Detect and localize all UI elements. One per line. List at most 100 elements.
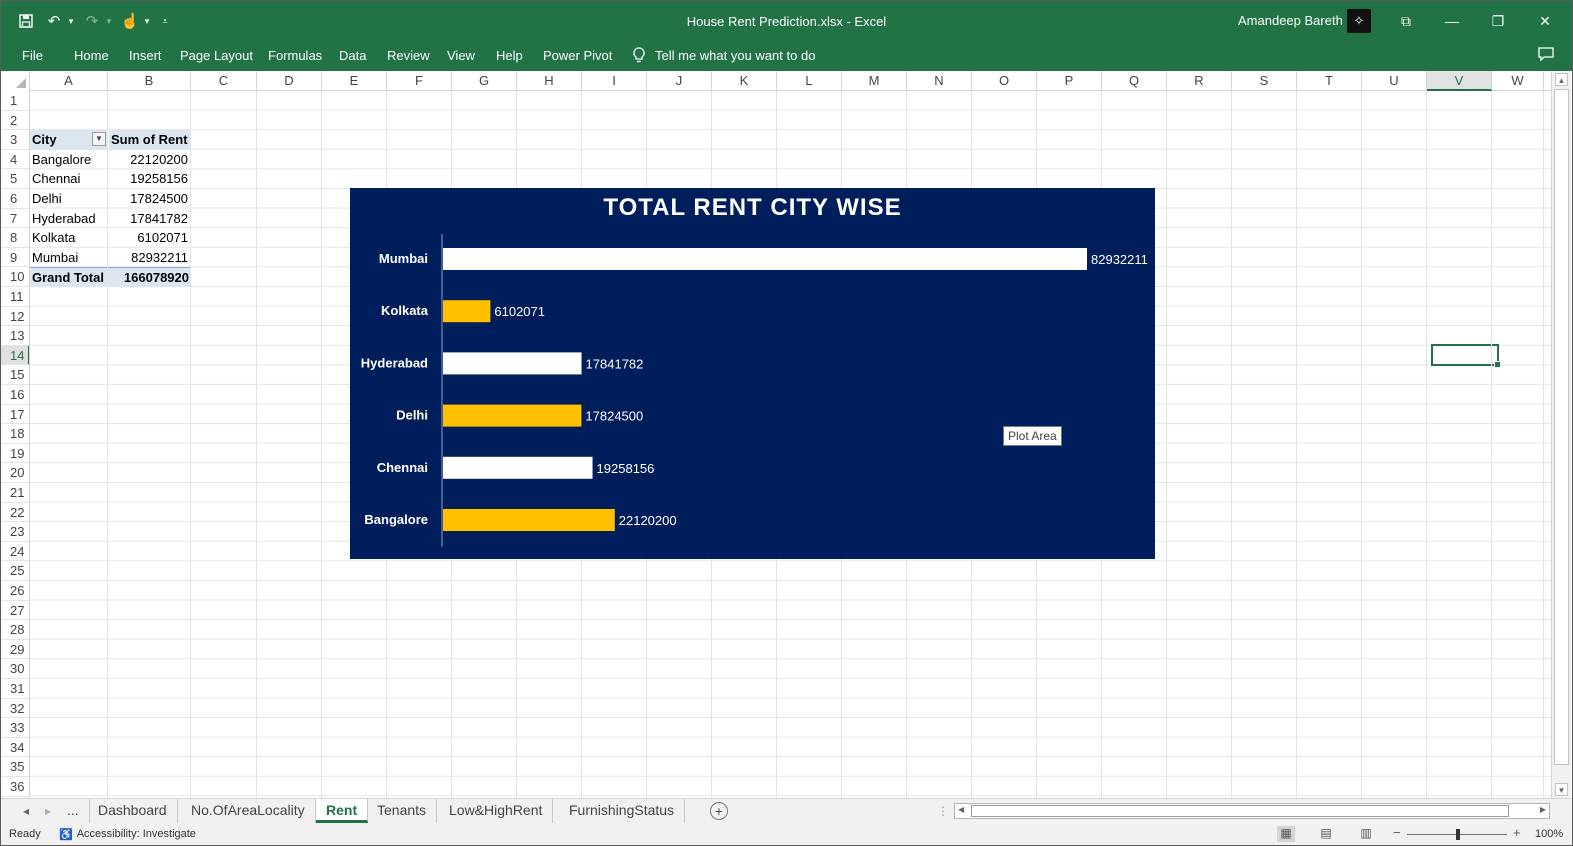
active-cell-v14[interactable] [1431,344,1501,368]
rent-bar-chart[interactable]: TOTAL RENT CITY WISE Mumbai 82932211 Kolka… [350,188,1155,559]
bar-hyderabad[interactable] [443,352,582,375]
pivot-city-cell[interactable]: Kolkata [30,228,108,248]
row-header-12[interactable]: 12 [1,307,29,327]
column-header-l[interactable]: L [777,71,842,91]
column-header-g[interactable]: G [452,71,517,91]
pivot-rent-cell[interactable]: 19258156 [109,169,190,189]
column-header-v[interactable]: V [1427,71,1492,91]
row-header-2[interactable]: 2 [1,111,29,131]
zoom-out-icon[interactable]: − [1393,825,1401,840]
row-header-32[interactable]: 32 [1,699,29,719]
pivot-city-cell[interactable]: Chennai [30,169,108,189]
row-header-17[interactable]: 17 [1,405,29,425]
pivot-grand-total-value[interactable]: 166078920 [109,267,191,287]
row-header-27[interactable]: 27 [1,601,29,621]
row-header-13[interactable]: 13 [1,326,29,346]
column-header-u[interactable]: U [1362,71,1427,91]
column-header-m[interactable]: M [842,71,907,91]
row-header-15[interactable]: 15 [1,365,29,385]
pivot-grand-total-label[interactable]: Grand Total [30,267,109,287]
column-header-w[interactable]: W [1492,71,1544,91]
tab-power-pivot[interactable]: Power Pivot [543,48,612,63]
row-header-24[interactable]: 24 [1,542,29,562]
data-label[interactable]: 17824500 [585,409,643,424]
tab-sheet-low-high-rent[interactable]: Low&HighRent [439,799,554,823]
filter-dropdown-icon[interactable]: ▼ [92,132,106,146]
pivot-header-sum[interactable]: Sum of Rent [109,130,191,150]
pivot-city-cell[interactable]: Hyderabad [30,209,108,229]
data-label[interactable]: 22120200 [619,513,677,528]
row-header-34[interactable]: 34 [1,738,29,758]
select-all-button[interactable] [1,71,30,91]
tab-view[interactable]: View [447,48,475,63]
row-header-33[interactable]: 33 [1,718,29,738]
column-header-e[interactable]: E [322,71,387,91]
tab-data[interactable]: Data [339,48,366,63]
category-label[interactable]: Hyderabad [361,355,428,370]
pivot-city-cell[interactable]: Delhi [30,189,108,209]
tab-insert[interactable]: Insert [129,48,162,63]
tab-home[interactable]: Home [74,48,109,63]
column-header-p[interactable]: P [1037,71,1102,91]
data-label[interactable]: 6102071 [494,304,545,319]
close-button[interactable]: ✕ [1525,7,1565,35]
column-header-k[interactable]: K [712,71,777,91]
tab-page-layout[interactable]: Page Layout [180,48,253,63]
column-header-o[interactable]: O [972,71,1037,91]
row-header-28[interactable]: 28 [1,620,29,640]
horizontal-scrollbar[interactable]: ◀ ▶ [954,803,1550,819]
sheet-prev-icon[interactable]: ◂ [23,804,29,818]
row-header-22[interactable]: 22 [1,503,29,523]
page-layout-view-icon[interactable]: ▤ [1317,826,1335,842]
horizontal-scroll-thumb[interactable] [971,805,1509,817]
row-header-36[interactable]: 36 [1,777,29,797]
row-header-1[interactable]: 1 [1,91,29,111]
pivot-rent-cell[interactable]: 82932211 [109,248,190,268]
column-header-s[interactable]: S [1232,71,1297,91]
row-header-30[interactable]: 30 [1,659,29,679]
row-header-7[interactable]: 7 [1,209,29,229]
row-header-14[interactable]: 14 [1,345,29,366]
column-header-d[interactable]: D [257,71,322,91]
tab-sheet-furnishing-status[interactable]: FurnishingStatus [559,799,686,823]
tab-review[interactable]: Review [387,48,430,63]
row-header-9[interactable]: 9 [1,248,29,268]
row-header-19[interactable]: 19 [1,444,29,464]
vertical-scroll-thumb[interactable] [1554,89,1569,765]
column-header-h[interactable]: H [517,71,582,91]
tell-me-search[interactable]: Tell me what you want to do [633,47,815,63]
row-header-5[interactable]: 5 [1,169,29,189]
split-handle-icon[interactable]: ⋮ [937,804,949,818]
column-header-c[interactable]: C [191,71,257,91]
category-label[interactable]: Mumbai [379,251,428,266]
column-header-t[interactable]: T [1297,71,1362,91]
row-header-20[interactable]: 20 [1,463,29,483]
tab-sheet-tenants[interactable]: Tenants [367,799,438,823]
row-header-4[interactable]: 4 [1,150,29,170]
column-header-n[interactable]: N [907,71,972,91]
column-header-b[interactable]: B [108,71,191,91]
category-label[interactable]: Delhi [396,408,428,423]
pivot-city-cell[interactable]: Mumbai [30,248,108,268]
pivot-city-cell[interactable]: Bangalore [30,150,108,170]
pivot-rent-cell[interactable]: 22120200 [109,150,190,170]
row-header-18[interactable]: 18 [1,424,29,444]
row-header-6[interactable]: 6 [1,189,29,209]
zoom-in-icon[interactable]: + [1513,825,1521,840]
tab-sheet-no-of-area-locality[interactable]: No.OfAreaLocality [181,799,316,823]
column-header-i[interactable]: I [582,71,647,91]
row-header-10[interactable]: 10 [1,267,29,287]
row-header-8[interactable]: 8 [1,228,29,248]
data-label[interactable]: 17841782 [586,356,644,371]
data-label[interactable]: 82932211 [1091,252,1148,267]
column-header-q[interactable]: Q [1102,71,1167,91]
chart-plot[interactable]: Mumbai 82932211 Kolkata 6102071 Hyderabad 178… [350,188,1155,559]
restore-button[interactable]: ❐ [1478,7,1518,35]
row-header-3[interactable]: 3 [1,130,29,150]
scroll-up-icon[interactable]: ▲ [1555,73,1568,86]
bar-kolkata[interactable] [443,300,491,323]
row-header-31[interactable]: 31 [1,679,29,699]
row-header-26[interactable]: 26 [1,581,29,601]
sheet-more-button[interactable]: ... [57,799,90,823]
column-header-j[interactable]: J [647,71,712,91]
